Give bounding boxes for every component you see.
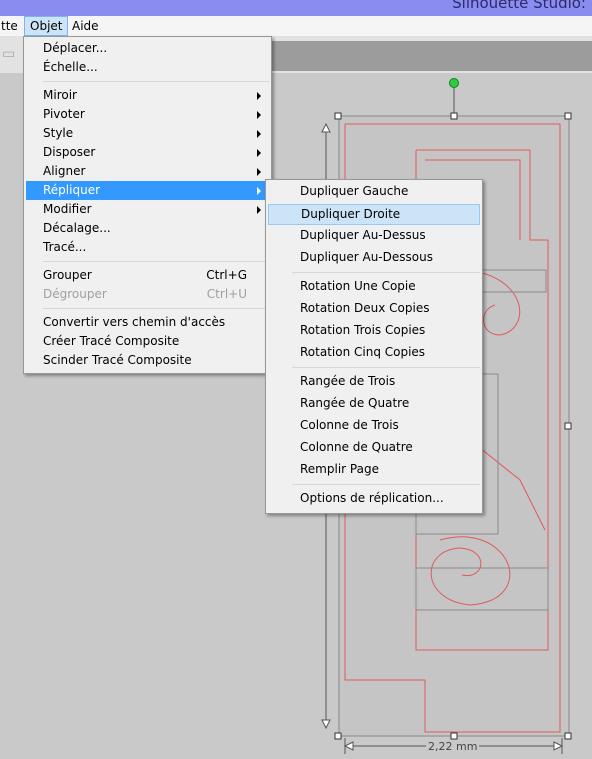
menu-rotation-une-copie[interactable]: Rotation Une Copie xyxy=(268,277,480,296)
menu-separator xyxy=(292,272,480,273)
handle-bottom-right xyxy=(564,732,572,740)
shortcut-label: Ctrl+U xyxy=(206,287,247,301)
handle-top-right xyxy=(564,112,572,120)
submenu-arrow-icon xyxy=(257,187,261,195)
menu-dupliquer-au-dessus[interactable]: Dupliquer Au-Dessus xyxy=(268,226,480,245)
submenu-arrow-icon xyxy=(257,149,261,157)
handle-top-left xyxy=(334,112,342,120)
menu-rotation-trois-copies[interactable]: Rotation Trois Copies xyxy=(268,321,480,340)
menu-remplir-page[interactable]: Remplir Page xyxy=(268,460,480,479)
submenu-arrow-icon xyxy=(257,130,261,138)
menu-colonne-de-quatre[interactable]: Colonne de Quatre xyxy=(268,438,480,457)
width-dimension-label: 2,22 mm xyxy=(426,740,480,753)
submenu-arrow-icon xyxy=(257,92,261,100)
menu-dupliquer-gauche[interactable]: Dupliquer Gauche xyxy=(268,182,480,201)
menu-pivoter[interactable]: Pivoter xyxy=(26,105,269,124)
menu-dupliquer-droite[interactable]: Dupliquer Droite xyxy=(268,204,480,225)
objet-menu: Déplacer... Échelle... Miroir Pivoter St… xyxy=(23,36,272,374)
repliquer-submenu: Dupliquer Gauche Dupliquer Droite Dupliq… xyxy=(265,179,483,514)
shortcut-label: Ctrl+G xyxy=(206,268,247,282)
menu-trace[interactable]: Tracé... xyxy=(26,238,269,257)
menu-separator xyxy=(43,261,269,262)
submenu-arrow-icon xyxy=(257,111,261,119)
submenu-arrow-icon xyxy=(257,206,261,214)
menu-separator xyxy=(43,81,269,82)
menu-rangee-de-quatre[interactable]: Rangée de Quatre xyxy=(268,394,480,413)
menu-degrouper: Dégrouper Ctrl+U xyxy=(26,285,269,304)
menu-rotation-deux-copies[interactable]: Rotation Deux Copies xyxy=(268,299,480,318)
menu-aligner[interactable]: Aligner xyxy=(26,162,269,181)
menu-decalage[interactable]: Décalage... xyxy=(26,219,269,238)
rotate-handle[interactable] xyxy=(449,78,459,88)
menu-rangee-de-trois[interactable]: Rangée de Trois xyxy=(268,372,480,391)
menu-dupliquer-au-dessous[interactable]: Dupliquer Au-Dessous xyxy=(268,248,480,267)
menu-grouper[interactable]: Grouper Ctrl+G xyxy=(26,266,269,285)
menu-echelle[interactable]: Échelle... xyxy=(26,58,269,77)
menu-separator xyxy=(292,367,480,368)
menu-separator xyxy=(43,308,269,309)
handle-right-middle xyxy=(564,422,572,430)
handle-top-center xyxy=(450,112,458,120)
menu-disposer[interactable]: Disposer xyxy=(26,143,269,162)
menu-style[interactable]: Style xyxy=(26,124,269,143)
menu-colonne-de-trois[interactable]: Colonne de Trois xyxy=(268,416,480,435)
menu-scinder-trace-composite[interactable]: Scinder Tracé Composite xyxy=(26,351,269,370)
menu-rotation-cinq-copies[interactable]: Rotation Cinq Copies xyxy=(268,343,480,362)
menu-miroir[interactable]: Miroir xyxy=(26,86,269,105)
menu-convertir-chemin[interactable]: Convertir vers chemin d'accès xyxy=(26,313,269,332)
menu-deplacer[interactable]: Déplacer... xyxy=(26,39,269,58)
menu-repliquer[interactable]: Répliquer xyxy=(26,181,269,200)
menu-separator xyxy=(292,484,480,485)
handle-bottom-center xyxy=(450,732,458,740)
submenu-arrow-icon xyxy=(257,168,261,176)
menu-options-replication[interactable]: Options de réplication... xyxy=(268,489,480,508)
menu-creer-trace-composite[interactable]: Créer Tracé Composite xyxy=(26,332,269,351)
handle-bottom-left xyxy=(334,732,342,740)
menu-modifier[interactable]: Modifier xyxy=(26,200,269,219)
